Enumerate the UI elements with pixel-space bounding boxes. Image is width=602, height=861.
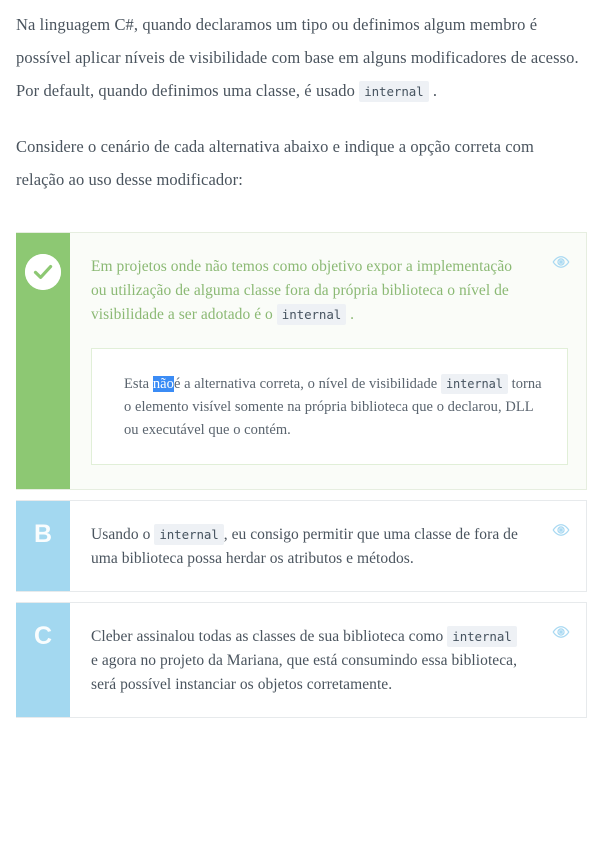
alternative-a-marker (16, 233, 70, 489)
alternative-c[interactable]: C Cleber assinalou todas as classes de s… (16, 602, 587, 718)
alternative-b-text: Usando o internal, eu consigo permitir q… (91, 523, 568, 571)
feedback-text: Esta nãoé a alternativa correta, o nível… (124, 373, 545, 442)
alternative-b-text-part-1: Usando o (91, 526, 151, 543)
statement-paragraph-1: Na linguagem C#, quando declaramos um ti… (16, 8, 586, 108)
alternative-c-text-part-1: Cleber assinalou todas as classes de sua… (91, 628, 444, 645)
alternative-c-text-part-2: e agora no projeto da Mariana, que está … (91, 652, 518, 693)
alternative-a-text: Em projetos onde não temos como objetivo… (91, 255, 568, 327)
alternative-c-text: Cleber assinalou todas as classes de sua… (91, 625, 568, 697)
inline-code-internal: internal (154, 524, 224, 545)
check-circle-icon (25, 254, 61, 290)
alternative-b-body: Usando o internal, eu consigo permitir q… (70, 501, 586, 591)
question-statement: Na linguagem C#, quando declaramos um ti… (0, 0, 602, 196)
feedback-part-1: é a alternativa correta, o nível de visi… (173, 376, 438, 392)
statement-paragraph-1-text-b: . (432, 81, 438, 100)
alternative-a-feedback: Esta nãoé a alternativa correta, o nível… (91, 348, 568, 465)
question-page: Na linguagem C#, quando declaramos um ti… (0, 0, 602, 718)
alternative-b[interactable]: B Usando o internal, eu consigo permitir… (16, 500, 587, 592)
inline-code-internal: internal (447, 626, 517, 647)
alternative-c-letter: C (33, 622, 53, 650)
statement-paragraph-2: Considere o cenário de cada alternativa … (16, 137, 534, 189)
inline-code-internal: internal (276, 304, 347, 325)
alternative-a-text-part-2: . (350, 306, 355, 323)
alternative-a[interactable]: Em projetos onde não temos como objetivo… (16, 232, 587, 490)
inline-code-internal: internal (359, 81, 429, 102)
eye-icon[interactable] (552, 623, 570, 641)
eye-icon[interactable] (552, 521, 570, 539)
eye-icon[interactable] (552, 253, 570, 271)
feedback-lead: Esta (124, 376, 150, 392)
statement-paragraph-1-text-a: Na linguagem C#, quando declaramos um ti… (16, 15, 579, 100)
alternative-b-marker: B (16, 501, 70, 591)
alternatives-list: Em projetos onde não temos como objetivo… (0, 232, 602, 718)
alternative-a-body: Em projetos onde não temos como objetivo… (70, 233, 586, 489)
feedback-selected-word: não (152, 376, 174, 392)
alternative-c-body: Cleber assinalou todas as classes de sua… (70, 603, 586, 717)
inline-code-internal: internal (440, 374, 508, 394)
alternative-b-letter: B (33, 520, 53, 548)
alternative-c-marker: C (16, 603, 70, 717)
